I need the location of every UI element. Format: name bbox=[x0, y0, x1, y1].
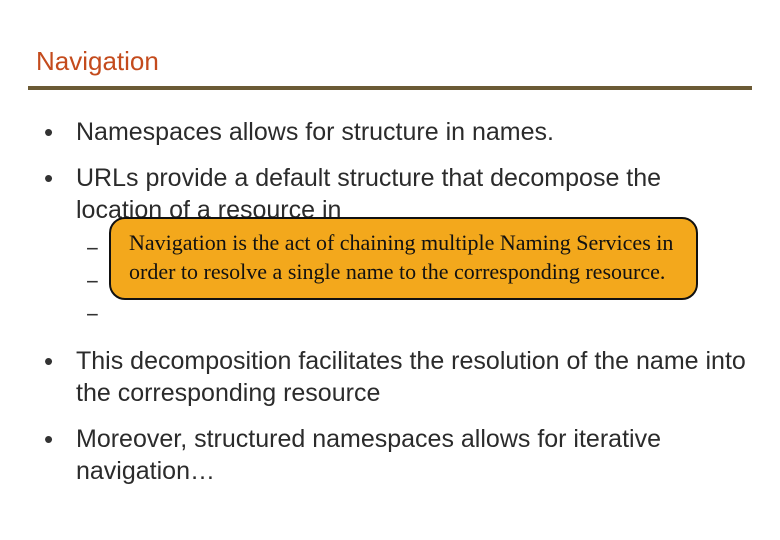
bullet-text: Namespaces allows for structure in names… bbox=[76, 118, 554, 146]
bullet-item: This decomposition facilitates the resol… bbox=[36, 345, 746, 409]
page-title: Navigation bbox=[36, 46, 159, 77]
sub-item bbox=[76, 298, 746, 331]
bullet-text: This decomposition facilitates the resol… bbox=[76, 347, 746, 407]
slide: Navigation Namespaces allows for structu… bbox=[0, 0, 780, 540]
bullet-list: Namespaces allows for structure in names… bbox=[36, 116, 746, 487]
bullet-text: URLs provide a default structure that de… bbox=[76, 164, 661, 224]
callout-box: Navigation is the act of chaining multip… bbox=[109, 217, 698, 300]
bullet-item: Namespaces allows for structure in names… bbox=[36, 116, 746, 148]
bullet-text: Moreover, structured namespaces allows f… bbox=[76, 425, 661, 485]
callout-text: Navigation is the act of chaining multip… bbox=[129, 230, 673, 284]
title-divider bbox=[28, 86, 752, 90]
content-area: Namespaces allows for structure in names… bbox=[36, 116, 746, 501]
bullet-item: Moreover, structured namespaces allows f… bbox=[36, 423, 746, 487]
